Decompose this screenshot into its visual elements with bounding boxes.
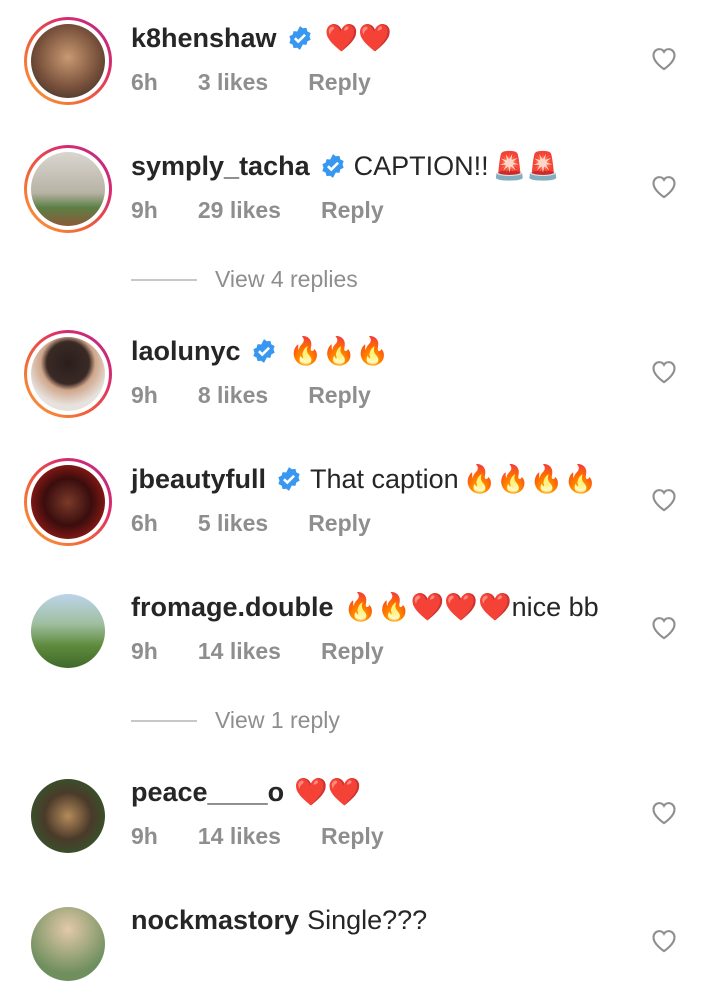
view-replies-label[interactable]: View 4 replies bbox=[215, 266, 358, 293]
comment-username[interactable]: fromage.double bbox=[131, 589, 334, 625]
avatar[interactable] bbox=[31, 907, 105, 981]
comment-emoji: ❤️❤️ bbox=[324, 23, 392, 53]
comment-emoji: 🔥🔥🔥 bbox=[288, 336, 390, 366]
reply-button[interactable]: Reply bbox=[308, 510, 371, 537]
avatar[interactable] bbox=[24, 145, 112, 233]
comment-time: 6h bbox=[131, 69, 158, 95]
comment-username[interactable]: symply_tacha bbox=[131, 148, 310, 184]
heart-icon[interactable] bbox=[650, 173, 678, 199]
comment-emoji: 🔥🔥🔥🔥 bbox=[462, 464, 598, 494]
view-replies-button[interactable]: View 1 reply bbox=[131, 707, 340, 734]
verified-badge-icon bbox=[288, 26, 311, 50]
comment-time: 9h bbox=[131, 382, 158, 408]
comment-likes[interactable]: 5 likes bbox=[198, 510, 268, 537]
comment-likes[interactable]: 8 likes bbox=[198, 382, 268, 409]
verified-badge-icon bbox=[278, 467, 300, 491]
reply-button[interactable]: Reply bbox=[321, 197, 384, 224]
heart-icon[interactable] bbox=[650, 927, 678, 953]
view-replies-label[interactable]: View 1 reply bbox=[215, 707, 340, 734]
reply-button[interactable]: Reply bbox=[308, 69, 371, 96]
avatar[interactable] bbox=[31, 594, 105, 668]
comment-text: CAPTION!! bbox=[353, 151, 489, 181]
comment-likes[interactable]: 29 likes bbox=[198, 197, 281, 224]
comment-username[interactable]: jbeautyfull bbox=[131, 461, 266, 497]
comment-username[interactable]: k8henshaw bbox=[131, 20, 277, 56]
heart-icon[interactable] bbox=[650, 45, 678, 71]
heart-icon[interactable] bbox=[650, 358, 678, 384]
avatar[interactable] bbox=[24, 330, 112, 418]
comment-emoji: ❤️❤️ bbox=[294, 777, 362, 807]
comment-emoji: 🔥🔥❤️❤️❤️ bbox=[343, 592, 512, 622]
reply-button[interactable]: Reply bbox=[321, 638, 384, 665]
avatar[interactable] bbox=[24, 458, 112, 546]
heart-icon[interactable] bbox=[650, 614, 678, 640]
divider bbox=[131, 278, 197, 281]
comment-likes[interactable]: 14 likes bbox=[198, 638, 281, 665]
avatar[interactable] bbox=[24, 17, 112, 105]
reply-button[interactable]: Reply bbox=[321, 823, 384, 850]
comment-text: nice bb bbox=[511, 592, 599, 622]
reply-button[interactable]: Reply bbox=[308, 382, 371, 409]
comment-likes[interactable]: 14 likes bbox=[198, 823, 281, 850]
heart-icon[interactable] bbox=[650, 799, 678, 825]
comment-username[interactable]: laolunyc bbox=[131, 333, 241, 369]
verified-badge-icon bbox=[252, 339, 275, 363]
avatar[interactable] bbox=[31, 779, 105, 853]
verified-badge-icon bbox=[321, 154, 344, 178]
divider bbox=[131, 719, 197, 722]
comment-likes[interactable]: 3 likes bbox=[198, 69, 268, 96]
comment-time: 9h bbox=[131, 638, 158, 664]
comment-username[interactable]: nockmastory bbox=[131, 902, 299, 938]
comment-emoji: 🚨🚨 bbox=[492, 151, 560, 181]
comment-time: 6h bbox=[131, 510, 158, 536]
view-replies-button[interactable]: View 4 replies bbox=[131, 266, 358, 293]
comment-text: That caption bbox=[310, 464, 459, 494]
heart-icon[interactable] bbox=[650, 486, 678, 512]
comment-time: 9h bbox=[131, 197, 158, 223]
comment-text: Single??? bbox=[307, 905, 428, 935]
comment-username[interactable]: peace____o bbox=[131, 774, 284, 810]
comment-time: 9h bbox=[131, 823, 158, 849]
